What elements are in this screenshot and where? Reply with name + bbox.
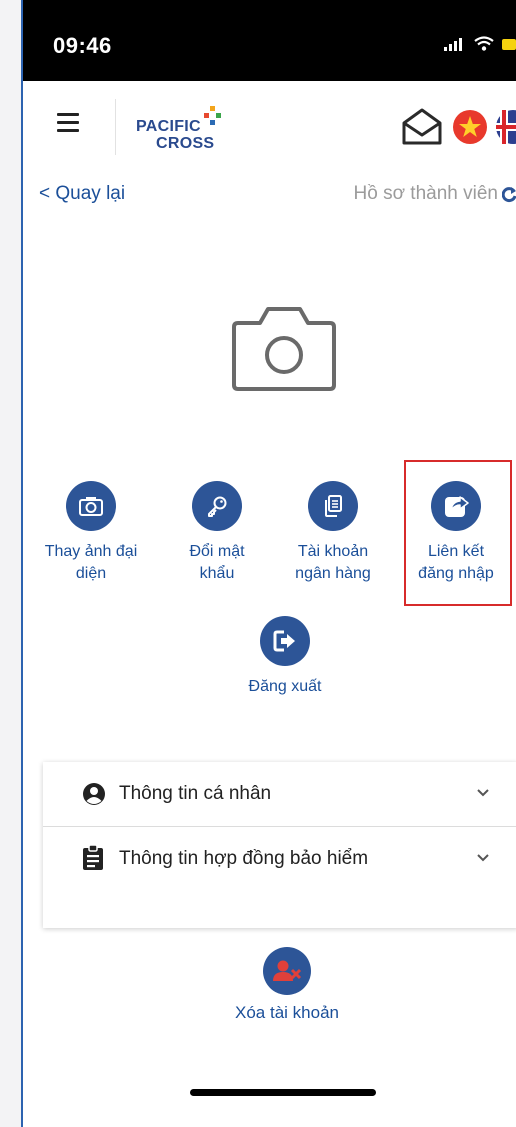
- pacific-cross-logo: PACIFIC CROSS: [136, 105, 236, 155]
- clipboard-icon: [83, 845, 103, 870]
- home-indicator: [190, 1089, 376, 1096]
- menu-icon[interactable]: [57, 113, 79, 133]
- logout-label: Đăng xuất: [248, 678, 322, 695]
- accordion-insurance-contract[interactable]: Thông tin hợp đồng bảo hiểm: [43, 827, 516, 891]
- back-button[interactable]: < Quay lại: [39, 183, 125, 205]
- logo-text-line1: PACIFIC: [136, 118, 201, 135]
- sub-header: < Quay lại Hồ sơ thành viên: [23, 169, 516, 219]
- logo-cross-mark: [204, 106, 221, 125]
- logout-button[interactable]: Đăng xuất: [230, 616, 340, 698]
- mail-open-icon[interactable]: [400, 107, 444, 147]
- status-time: 09:46: [53, 33, 112, 58]
- status-bar: 09:46: [23, 0, 516, 81]
- user-circle-icon: [83, 783, 105, 805]
- accordion-personal-info-label: Thông tin cá nhân: [119, 783, 272, 804]
- camera-icon: [66, 481, 116, 531]
- copy-icon: [308, 481, 358, 531]
- chevron-down-icon: [477, 854, 489, 862]
- logout-icon: [260, 616, 310, 666]
- accordion-insurance-contract-label: Thông tin hợp đồng bảo hiểm: [119, 848, 369, 869]
- page-title: Hồ sơ thành viên: [354, 183, 516, 205]
- change-avatar-label: Thay ảnh đại diện: [44, 543, 138, 582]
- bank-account-label: Tài khoản ngân hàng: [295, 543, 371, 582]
- profile-accordion: Thông tin cá nhân Thông tin hợp đồng bảo…: [43, 762, 516, 928]
- vietnam-flag-icon[interactable]: [452, 109, 488, 145]
- chevron-down-icon: [477, 789, 489, 797]
- logo-text-line2: CROSS: [156, 135, 215, 152]
- avatar-camera-icon[interactable]: [230, 305, 338, 391]
- status-icons: [444, 36, 516, 51]
- signal-icon: [444, 38, 462, 51]
- accordion-personal-info[interactable]: Thông tin cá nhân: [43, 762, 516, 826]
- header-actions: [400, 107, 516, 147]
- highlight-box: [404, 460, 512, 606]
- app-header: PACIFIC CROSS: [23, 81, 516, 169]
- wifi-icon: [474, 36, 494, 51]
- battery-icon: [502, 39, 516, 50]
- delete-account-label: Xóa tài khoản: [235, 1003, 339, 1022]
- change-avatar-button[interactable]: Thay ảnh đại diện: [36, 481, 146, 585]
- bank-account-button[interactable]: Tài khoản ngân hàng: [278, 481, 388, 585]
- page-title-text: Hồ sơ thành viên: [353, 183, 499, 204]
- user-remove-icon: [263, 947, 311, 995]
- background-decoration: [0, 0, 21, 1127]
- refresh-icon[interactable]: [502, 185, 516, 203]
- change-password-label: Đổi mật khẩu: [189, 543, 245, 582]
- phone-screen: 09:46 PACIFIC CROSS < Quay lại Hồ sơ thà…: [21, 0, 516, 1127]
- uk-flag-icon[interactable]: [496, 109, 516, 145]
- header-divider: [115, 99, 116, 155]
- change-password-button[interactable]: Đổi mật khẩu: [162, 481, 272, 585]
- key-icon: [192, 481, 242, 531]
- delete-account-button[interactable]: Xóa tài khoản: [222, 947, 352, 1023]
